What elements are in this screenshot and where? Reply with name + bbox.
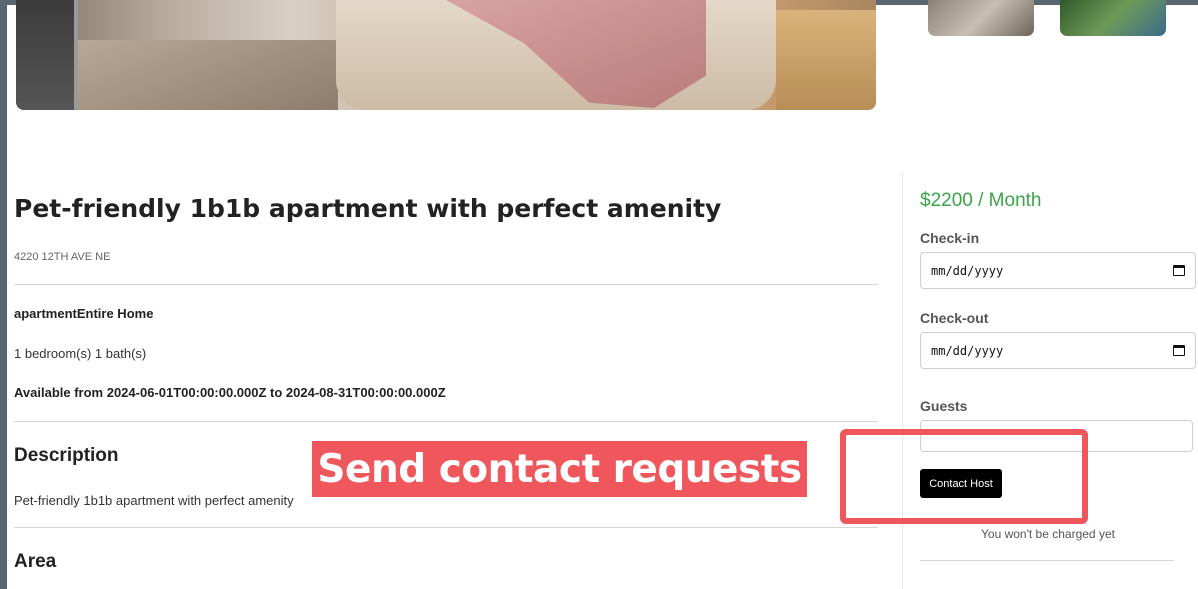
calendar-icon[interactable] (1173, 345, 1185, 356)
photo-oven-detail (16, 0, 78, 110)
listing-rooms: 1 bedroom(s) 1 bath(s) (14, 346, 147, 361)
checkin-value: mm/dd/yyyy (931, 263, 1004, 278)
divider (14, 421, 878, 422)
listing-title: Pet-friendly 1b1b apartment with perfect… (14, 194, 722, 223)
description-heading: Description (14, 445, 119, 466)
divider (14, 284, 878, 285)
listing-main-photo[interactable] (16, 0, 876, 110)
calendar-icon[interactable] (1173, 265, 1185, 276)
window-frame-left (0, 0, 7, 589)
guests-label: Guests (920, 398, 968, 414)
price-per-month: $2200 / Month (920, 190, 1042, 211)
divider (14, 527, 878, 528)
annotation-caption: Send contact requests (312, 441, 807, 497)
listing-thumbnail-1[interactable] (928, 0, 1034, 36)
checkout-date-input[interactable]: mm/dd/yyyy (920, 332, 1196, 369)
area-heading: Area (14, 551, 57, 572)
listing-thumbnail-2[interactable] (1060, 0, 1166, 36)
photo-nightstand-detail (776, 10, 876, 110)
checkout-label: Check-out (920, 310, 989, 326)
booking-divider (920, 560, 1174, 561)
listing-address: 4220 12TH AVE NE (14, 251, 111, 263)
photo-floor-detail (78, 40, 338, 110)
checkout-value: mm/dd/yyyy (931, 343, 1004, 358)
listing-availability: Available from 2024-06-01T00:00:00.000Z … (14, 385, 446, 400)
no-charge-note: You won't be charged yet (981, 527, 1115, 541)
checkin-label: Check-in (920, 230, 980, 246)
checkin-date-input[interactable]: mm/dd/yyyy (920, 252, 1196, 289)
annotation-highlight-box (840, 429, 1088, 524)
listing-type: apartmentEntire Home (14, 306, 154, 321)
description-text: Pet-friendly 1b1b apartment with perfect… (14, 493, 294, 508)
booking-panel-border (902, 172, 903, 589)
